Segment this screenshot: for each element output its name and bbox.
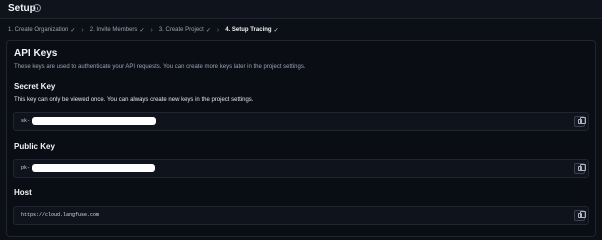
page-title: Setup	[8, 3, 36, 14]
chevron-right-icon: ›	[216, 26, 220, 34]
secret-key-label: Secret Key	[14, 82, 56, 91]
info-icon[interactable]	[33, 4, 41, 12]
public-key-redaction	[32, 164, 155, 172]
host-label: Host	[14, 188, 32, 197]
step-label: 2. Invite Members	[89, 27, 138, 33]
public-key-field[interactable]: pk-	[13, 159, 589, 178]
secret-key-prefix: sk-	[21, 118, 31, 124]
copy-icon	[578, 211, 586, 218]
check-icon: ✓	[70, 27, 76, 34]
public-key-prefix: pk-	[21, 165, 31, 171]
step-label: 1. Create Organization	[8, 27, 69, 33]
setup-steps-breadcrumb: 1. Create Organization ✓ › 2. Invite Mem…	[8, 24, 279, 36]
host-field[interactable]: https://cloud.langfuse.com	[13, 206, 589, 225]
step-create-project[interactable]: 3. Create Project ✓	[159, 27, 211, 34]
check-icon: ✓	[273, 27, 279, 34]
copy-secret-key-button[interactable]	[574, 116, 586, 127]
step-setup-tracing[interactable]: 4. Setup Tracing ✓	[225, 27, 278, 34]
copy-public-key-button[interactable]	[574, 163, 586, 174]
api-keys-description: These keys are used to authenticate your…	[14, 64, 306, 70]
check-icon: ✓	[205, 27, 211, 34]
secret-key-note: This key can only be viewed once. You ca…	[14, 97, 254, 103]
chevron-right-icon: ›	[81, 26, 84, 34]
step-invite-members[interactable]: 2. Invite Members ✓	[90, 27, 145, 34]
step-label: 4. Setup Tracing	[225, 27, 272, 33]
copy-icon	[578, 164, 586, 171]
copy-icon	[578, 117, 586, 124]
api-keys-card: API Keys These keys are used to authenti…	[6, 40, 596, 237]
public-key-label: Public Key	[14, 142, 55, 151]
secret-key-field[interactable]: sk-	[13, 112, 589, 131]
step-create-organization[interactable]: 1. Create Organization ✓	[8, 27, 75, 34]
host-value: https://cloud.langfuse.com	[21, 212, 100, 218]
chevron-right-icon: ›	[150, 26, 153, 34]
check-icon: ✓	[139, 27, 145, 34]
secret-key-redaction	[32, 117, 156, 125]
page-header: Setup	[0, 0, 602, 19]
step-label: 3. Create Project	[158, 27, 204, 33]
copy-host-button[interactable]	[574, 210, 586, 221]
api-keys-title: API Keys	[14, 48, 58, 59]
